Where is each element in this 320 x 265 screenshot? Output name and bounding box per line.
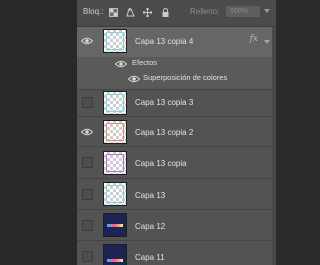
- visibility-toggle[interactable]: [82, 251, 93, 262]
- eye-icon[interactable]: [128, 75, 140, 83]
- effect-color-overlay[interactable]: Superposición de colores: [143, 73, 227, 82]
- visibility-toggle[interactable]: [82, 157, 93, 168]
- layer-thumbnail[interactable]: [103, 151, 127, 175]
- effects-label[interactable]: Efectos: [132, 58, 157, 67]
- visibility-toggle[interactable]: [82, 97, 93, 108]
- lock-all-icon[interactable]: [161, 8, 170, 17]
- layer-thumbnail[interactable]: [103, 29, 127, 53]
- fill-dropdown-arrow-icon[interactable]: [264, 9, 270, 13]
- layer-thumbnail[interactable]: [103, 120, 127, 144]
- lock-image-pixels-icon[interactable]: [126, 8, 135, 17]
- layer-name[interactable]: Capa 11: [135, 253, 165, 262]
- layer-name[interactable]: Capa 13 copia 4: [135, 37, 193, 46]
- layer-thumbnail[interactable]: [103, 182, 127, 206]
- layer-name[interactable]: Capa 13 copia: [135, 159, 187, 168]
- fill-opacity-field[interactable]: 100%: [225, 5, 261, 18]
- layer-row[interactable]: Capa 12: [77, 210, 276, 241]
- layer-row[interactable]: Capa 11: [77, 241, 276, 265]
- expand-effects-arrow-icon[interactable]: [264, 40, 270, 44]
- layer-name[interactable]: Capa 13: [135, 191, 165, 200]
- layer-row[interactable]: Capa 13: [77, 179, 276, 210]
- eye-icon[interactable]: [81, 37, 95, 51]
- scrollbar[interactable]: [272, 27, 276, 265]
- eye-icon[interactable]: [115, 60, 127, 68]
- layer-row[interactable]: Capa 13 copia: [77, 147, 276, 179]
- lock-transparent-pixels-icon[interactable]: [109, 8, 118, 17]
- layer-thumbnail[interactable]: [103, 91, 127, 115]
- visibility-toggle[interactable]: [82, 220, 93, 231]
- effects-group: Efectos Superposición de colores: [77, 57, 276, 90]
- layer-row[interactable]: Capa 13 copia 3: [77, 89, 276, 117]
- layer-name[interactable]: Capa 13 copia 2: [135, 128, 193, 137]
- layer-name[interactable]: Capa 13 copia 3: [135, 98, 193, 107]
- layer-row[interactable]: Capa 13 copia 2: [77, 117, 276, 147]
- layer-row[interactable]: Capa 13 copia 4 fx: [77, 27, 276, 57]
- layer-thumbnail[interactable]: [103, 213, 127, 237]
- layers-panel: Bloq.: Relleno: 100% Capa 13 copia 4 fx …: [77, 0, 276, 265]
- lock-label: Bloq.:: [83, 7, 104, 16]
- document-canvas: [0, 0, 77, 265]
- fill-label: Relleno:: [190, 7, 220, 16]
- fx-icon[interactable]: fx: [250, 34, 258, 44]
- layer-thumbnail[interactable]: [103, 244, 127, 265]
- lock-position-icon[interactable]: [143, 8, 152, 17]
- eye-icon[interactable]: [81, 128, 95, 142]
- layer-name[interactable]: Capa 12: [135, 222, 165, 231]
- visibility-toggle[interactable]: [82, 189, 93, 200]
- layers-toolbar: Bloq.: Relleno: 100%: [77, 0, 276, 27]
